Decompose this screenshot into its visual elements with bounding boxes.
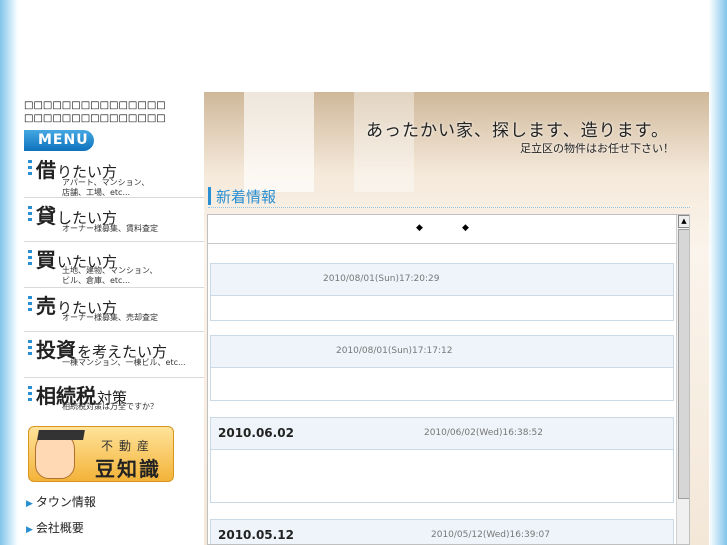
company-profile-link[interactable]: ▶ 会社概要	[26, 519, 84, 536]
scrollbar-thumb[interactable]	[678, 229, 689, 499]
menu-item-sub: 一棟マンション、一棟ビル、etc...	[62, 358, 186, 368]
town-info-link[interactable]: ▶ タウン情報	[26, 493, 96, 510]
news-entry-header: 2010.05.12 2010/05/12(Wed)16:39:07	[211, 520, 673, 544]
news-entry-timestamp: 2010/06/02(Wed)16:38:52	[424, 428, 543, 438]
menu-item-sub-line: オーナー様募集、売却査定	[62, 313, 158, 322]
hero-subtitle: 足立区の物件はお任せ下さい！	[520, 142, 674, 155]
tagline-line: □□□□□□□□□□□□□□□	[24, 100, 166, 111]
menu-badge: MENU	[24, 130, 94, 151]
diamond-icon: ◆	[416, 223, 423, 233]
news-entry-header: 2010.06.02 2010/06/02(Wed)16:38:52	[211, 418, 673, 450]
menu-item-kanji: 貸	[36, 204, 56, 228]
link-label: タウン情報	[35, 495, 96, 509]
heading-accent-bar	[208, 187, 211, 205]
menu-bullet-icon	[28, 340, 32, 356]
menu-item-sub-line: アパート、マンション、	[62, 178, 150, 187]
menu-bullet-icon	[28, 386, 32, 402]
menu-item-inheritance-tax[interactable]: 相続税対策 相続税対策は万全ですか？	[24, 382, 204, 420]
banner-large-text: 豆知識	[95, 457, 161, 481]
menu-bullet-icon	[28, 296, 32, 312]
news-entry: 2010/08/01(Sun)17:17:12	[210, 335, 674, 401]
menu-item-sub: オーナー様募集、売却査定	[62, 313, 158, 323]
menu-item-sub: 土地、建物、マンション、 ビル、倉庫、etc...	[62, 266, 158, 286]
triangle-right-icon: ▶	[26, 525, 33, 535]
news-entry-timestamp: 2010/08/01(Sun)17:20:29	[323, 274, 440, 284]
banner-small-text: 不動産	[101, 439, 156, 453]
menu-item-sell[interactable]: 売りたい方 オーナー様募集、売却査定	[24, 292, 204, 332]
hero-title: あったかい家、探します、造ります。	[366, 121, 669, 141]
diamond-icon: ◆	[462, 223, 469, 233]
menu-item-sub-line: 土地、建物、マンション、	[62, 266, 158, 275]
window-light	[354, 92, 414, 192]
real-estate-trivia-banner[interactable]: 不動産 豆知識	[28, 426, 174, 482]
news-entry-header: 2010/08/01(Sun)17:20:29	[211, 264, 673, 296]
menu-item-lend[interactable]: 貸したい方 オーナー様募集、賃料査定	[24, 202, 204, 242]
news-scrollbar[interactable]: ▲	[676, 215, 689, 544]
news-panel[interactable]: ◆ ◆ 2010/08/01(Sun)17:20:29 2010/08/01(S…	[207, 214, 690, 545]
window-light	[244, 92, 314, 192]
triangle-up-icon[interactable]: ▲	[678, 215, 689, 228]
news-heading: 新着情報	[208, 185, 690, 208]
menu-item-sub: アパート、マンション、 店舗、工場、etc...	[62, 178, 149, 198]
menu-item-sub-line: ビル、倉庫、etc...	[62, 276, 131, 285]
news-entry-date: 2010.05.12	[218, 528, 294, 542]
menu-item-rent[interactable]: 借りたい方 アパート、マンション、 店舗、工場、etc...	[24, 156, 204, 198]
menu-item-buy[interactable]: 買いたい方 土地、建物、マンション、 ビル、倉庫、etc...	[24, 246, 204, 288]
menu-item-sub-line: 一棟マンション、一棟ビル、etc...	[62, 358, 186, 367]
news-entry: 2010.06.02 2010/06/02(Wed)16:38:52	[210, 417, 674, 503]
mortarboard-icon	[37, 430, 85, 440]
news-nav-row: ◆ ◆	[208, 215, 676, 244]
menu-bullet-icon	[28, 206, 32, 222]
triangle-right-icon: ▶	[26, 499, 33, 509]
menu-item-kanji: 売	[36, 294, 56, 318]
menu-bullet-icon	[28, 160, 32, 176]
right-gradient-border	[709, 0, 727, 545]
menu-bullet-icon	[28, 250, 32, 266]
menu-item-sub: オーナー様募集、賃料査定	[62, 224, 158, 234]
news-entry: 2010/08/01(Sun)17:20:29	[210, 263, 674, 321]
menu-item-sub: 相続税対策は万全ですか？	[62, 402, 158, 412]
sidebar-tagline: □□□□□□□□□□□□□□□ □□□□□□□□□□□□□□□	[24, 99, 204, 125]
menu-item-sub-line: オーナー様募集、賃料査定	[62, 224, 158, 233]
menu-item-sub-line: 店舗、工場、etc...	[62, 188, 131, 197]
news-entry-header: 2010/08/01(Sun)17:17:12	[211, 336, 673, 368]
news-heading-text: 新着情報	[216, 188, 277, 206]
menu-item-kanji: 買	[36, 248, 56, 272]
professor-icon	[35, 430, 85, 479]
news-entry-date: 2010.06.02	[218, 426, 294, 440]
menu-item-kanji: 借	[36, 158, 56, 182]
menu-item-invest[interactable]: 投資を考えたい方 一棟マンション、一棟ビル、etc...	[24, 336, 204, 378]
news-entry-timestamp: 2010/08/01(Sun)17:17:12	[336, 346, 453, 356]
tagline-line: □□□□□□□□□□□□□□□	[24, 113, 166, 124]
news-entry-timestamp: 2010/05/12(Wed)16:39:07	[431, 530, 550, 540]
menu-item-sub-line: 相続税対策は万全ですか？	[62, 402, 158, 411]
left-gradient-border	[0, 0, 18, 545]
link-label: 会社概要	[35, 521, 84, 535]
news-entry: 2010.05.12 2010/05/12(Wed)16:39:07	[210, 519, 674, 544]
